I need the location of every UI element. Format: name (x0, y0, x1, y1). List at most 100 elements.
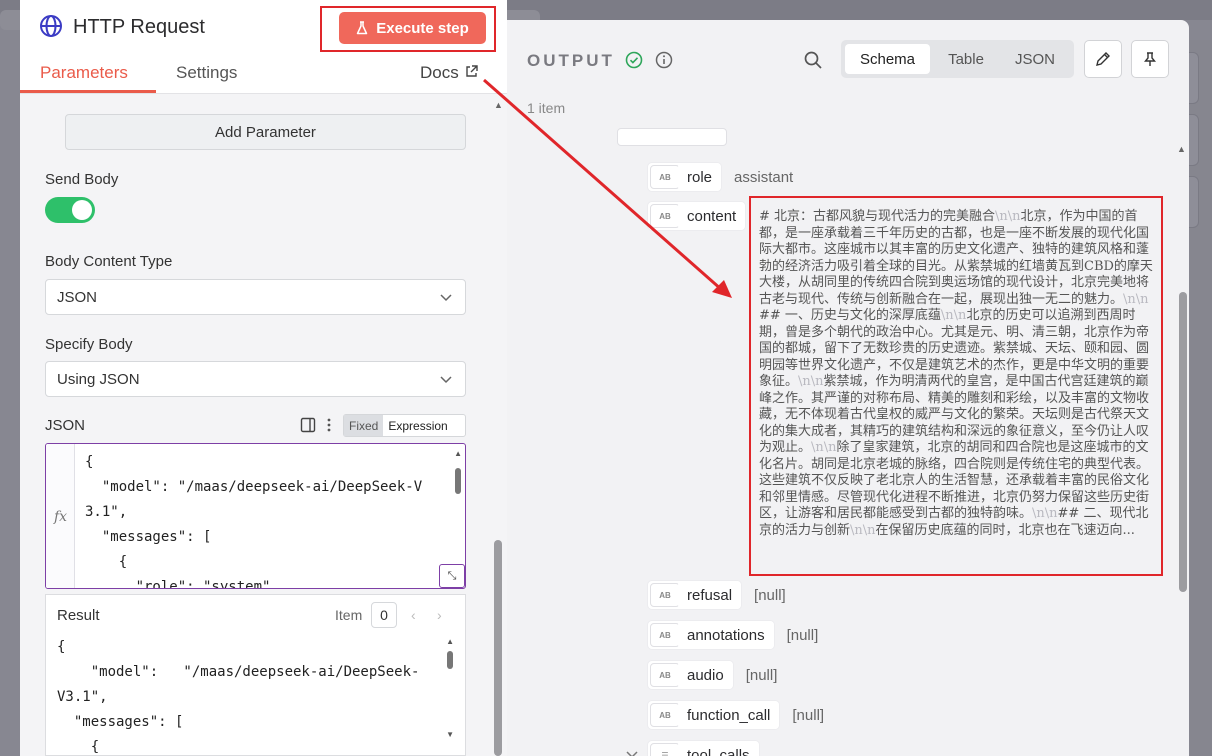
result-code: { "model": "/maas/deepseek-ai/DeepSeek- … (57, 639, 420, 755)
newline-escape: \n\n (940, 308, 967, 323)
result-scrollbar[interactable] (447, 651, 453, 669)
newline-escape: \n\n (995, 209, 1021, 224)
field-value: [null] (786, 626, 819, 644)
content-segment: ## 一、历史与文化的深厚底蕴 (759, 308, 941, 323)
editor-scrollbar[interactable] (455, 468, 461, 494)
newline-escape: \n\n (811, 440, 837, 455)
content-segment: 在保留历史底蕴的同时，北京也在飞速迈向... (875, 522, 1135, 538)
newline-escape: \n\n (798, 374, 824, 389)
string-type-icon: AB (650, 663, 680, 687)
split-panel-icon[interactable] (300, 417, 316, 433)
panel-header: HTTP Request Execute step Parameters Set… (20, 0, 507, 94)
field-row-refusal[interactable]: AB refusal [null] (647, 580, 786, 610)
string-type-icon: AB (650, 623, 680, 647)
pin-data-button[interactable] (1131, 40, 1169, 78)
item-index-input[interactable]: 0 (371, 602, 397, 628)
next-item-icon[interactable]: › (437, 607, 442, 623)
output-scrollbar[interactable] (1179, 292, 1187, 592)
field-value: assistant (734, 168, 794, 186)
panel-scrollbar[interactable] (494, 540, 502, 756)
body-content-type-select[interactable]: JSON (45, 279, 466, 315)
tab-settings[interactable]: Settings (176, 63, 237, 83)
scroll-up-arrow-icon[interactable]: ▲ (1177, 144, 1186, 154)
mode-fixed[interactable]: Fixed (344, 415, 384, 436)
execute-step-label: Execute step (376, 19, 469, 37)
list-type-icon: ☰ (650, 743, 680, 756)
field-key: function_call (678, 701, 780, 729)
tab-schema[interactable]: Schema (845, 44, 930, 74)
mode-expression[interactable]: Expression (383, 415, 452, 436)
edit-output-button[interactable] (1084, 40, 1122, 78)
expand-editor-icon[interactable]: ⤡ (439, 564, 465, 588)
item-count: 1 item (527, 100, 566, 116)
fx-icon: fx (54, 509, 68, 525)
field-key: audio (678, 661, 733, 689)
chevron-down-icon (440, 376, 452, 384)
json-label: JSON (45, 417, 86, 434)
field-value: [null] (792, 706, 825, 724)
field-key: annotations (678, 621, 774, 649)
send-body-toggle[interactable] (45, 197, 95, 223)
specify-body-select[interactable]: Using JSON (45, 361, 466, 397)
flask-icon (356, 21, 368, 35)
json-expression-editor[interactable]: fx { "model": "/maas/deepseek-ai/DeepSee… (45, 443, 466, 589)
pin-icon (1144, 52, 1156, 66)
field-key: content (678, 202, 746, 230)
info-icon[interactable] (655, 51, 673, 69)
tab-table[interactable]: Table (932, 44, 1000, 74)
content-value: # 北京：古都风貌与现代活力的完美融合\n\n北京，作为中国的首都，是一座承载着… (759, 209, 1157, 539)
field-key: role (678, 163, 722, 191)
field-key: tool_calls (678, 741, 759, 756)
content-segment: # 北京：古都风貌与现代活力的完美融合 (759, 209, 996, 224)
content-value-highlight: # 北京：古都风貌与现代活力的完美融合\n\n北京，作为中国的首都，是一座承载着… (749, 196, 1163, 576)
field-row-tool-calls[interactable]: ☰ tool_calls (625, 740, 760, 756)
string-type-icon: AB (650, 165, 680, 189)
string-type-icon: AB (650, 204, 680, 228)
output-label: OUTPUT (527, 51, 615, 70)
json-field-actions (300, 417, 332, 433)
field-row-content[interactable]: AB content (647, 201, 747, 231)
specify-body-value: Using JSON (57, 370, 140, 388)
field-row-annotations[interactable]: AB annotations [null] (647, 620, 818, 650)
field-value: [null] (745, 666, 778, 684)
docs-label: Docs (420, 63, 459, 82)
string-type-icon: AB (650, 703, 680, 727)
tab-parameters[interactable]: Parameters (40, 63, 128, 83)
item-label: Item (335, 607, 363, 623)
search-icon[interactable] (803, 50, 823, 70)
newline-escape: \n\n (1032, 506, 1058, 521)
parameters-body: Add Parameter Send Body Body Content Typ… (20, 94, 507, 756)
newline-escape: \n\n (850, 522, 876, 538)
scroll-up-arrow-icon[interactable]: ▲ (494, 100, 503, 110)
tab-json[interactable]: JSON (1001, 44, 1069, 74)
field-key: refusal (678, 581, 742, 609)
view-mode-tabs: Schema Table JSON (841, 40, 1074, 78)
field-row-function-call[interactable]: AB function_call [null] (647, 700, 824, 730)
scroll-up-arrow-icon[interactable]: ▲ (454, 449, 462, 458)
field-value: [null] (754, 586, 786, 604)
success-check-icon (625, 51, 643, 69)
string-type-icon: AB (650, 583, 680, 607)
more-options-icon[interactable] (326, 417, 332, 433)
execute-step-button[interactable]: Execute step (339, 12, 486, 44)
result-preview: Result Item 0 ‹ › { "model": "/maas/deep… (45, 594, 466, 756)
editor-code[interactable]: { "model": "/maas/deepseek-ai/DeepSeek-V… (85, 450, 422, 588)
fixed-expression-switch[interactable]: Fixed Expression (343, 414, 466, 437)
result-title: Result (57, 607, 100, 624)
message-node-partial (617, 128, 727, 146)
add-parameter-button[interactable]: Add Parameter (65, 114, 466, 150)
node-title: HTTP Request (73, 16, 205, 38)
specify-body-label: Specify Body (45, 336, 133, 353)
scroll-down-arrow-icon[interactable]: ▼ (446, 730, 454, 739)
previous-item-icon[interactable]: ‹ (411, 607, 416, 623)
body-content-type-value: JSON (57, 288, 98, 306)
field-row-role[interactable]: AB role assistant (647, 162, 793, 192)
scroll-up-arrow-icon[interactable]: ▲ (446, 637, 454, 646)
pencil-icon (1096, 52, 1110, 66)
chevron-down-icon[interactable] (625, 748, 639, 756)
send-body-label: Send Body (45, 171, 119, 188)
field-row-audio[interactable]: AB audio [null] (647, 660, 777, 690)
node-parameters-panel: HTTP Request Execute step Parameters Set… (20, 0, 507, 756)
output-panel: OUTPUT Schema Table JSON 1 item AB role a… (507, 20, 1189, 756)
docs-link[interactable]: Docs (420, 63, 479, 83)
